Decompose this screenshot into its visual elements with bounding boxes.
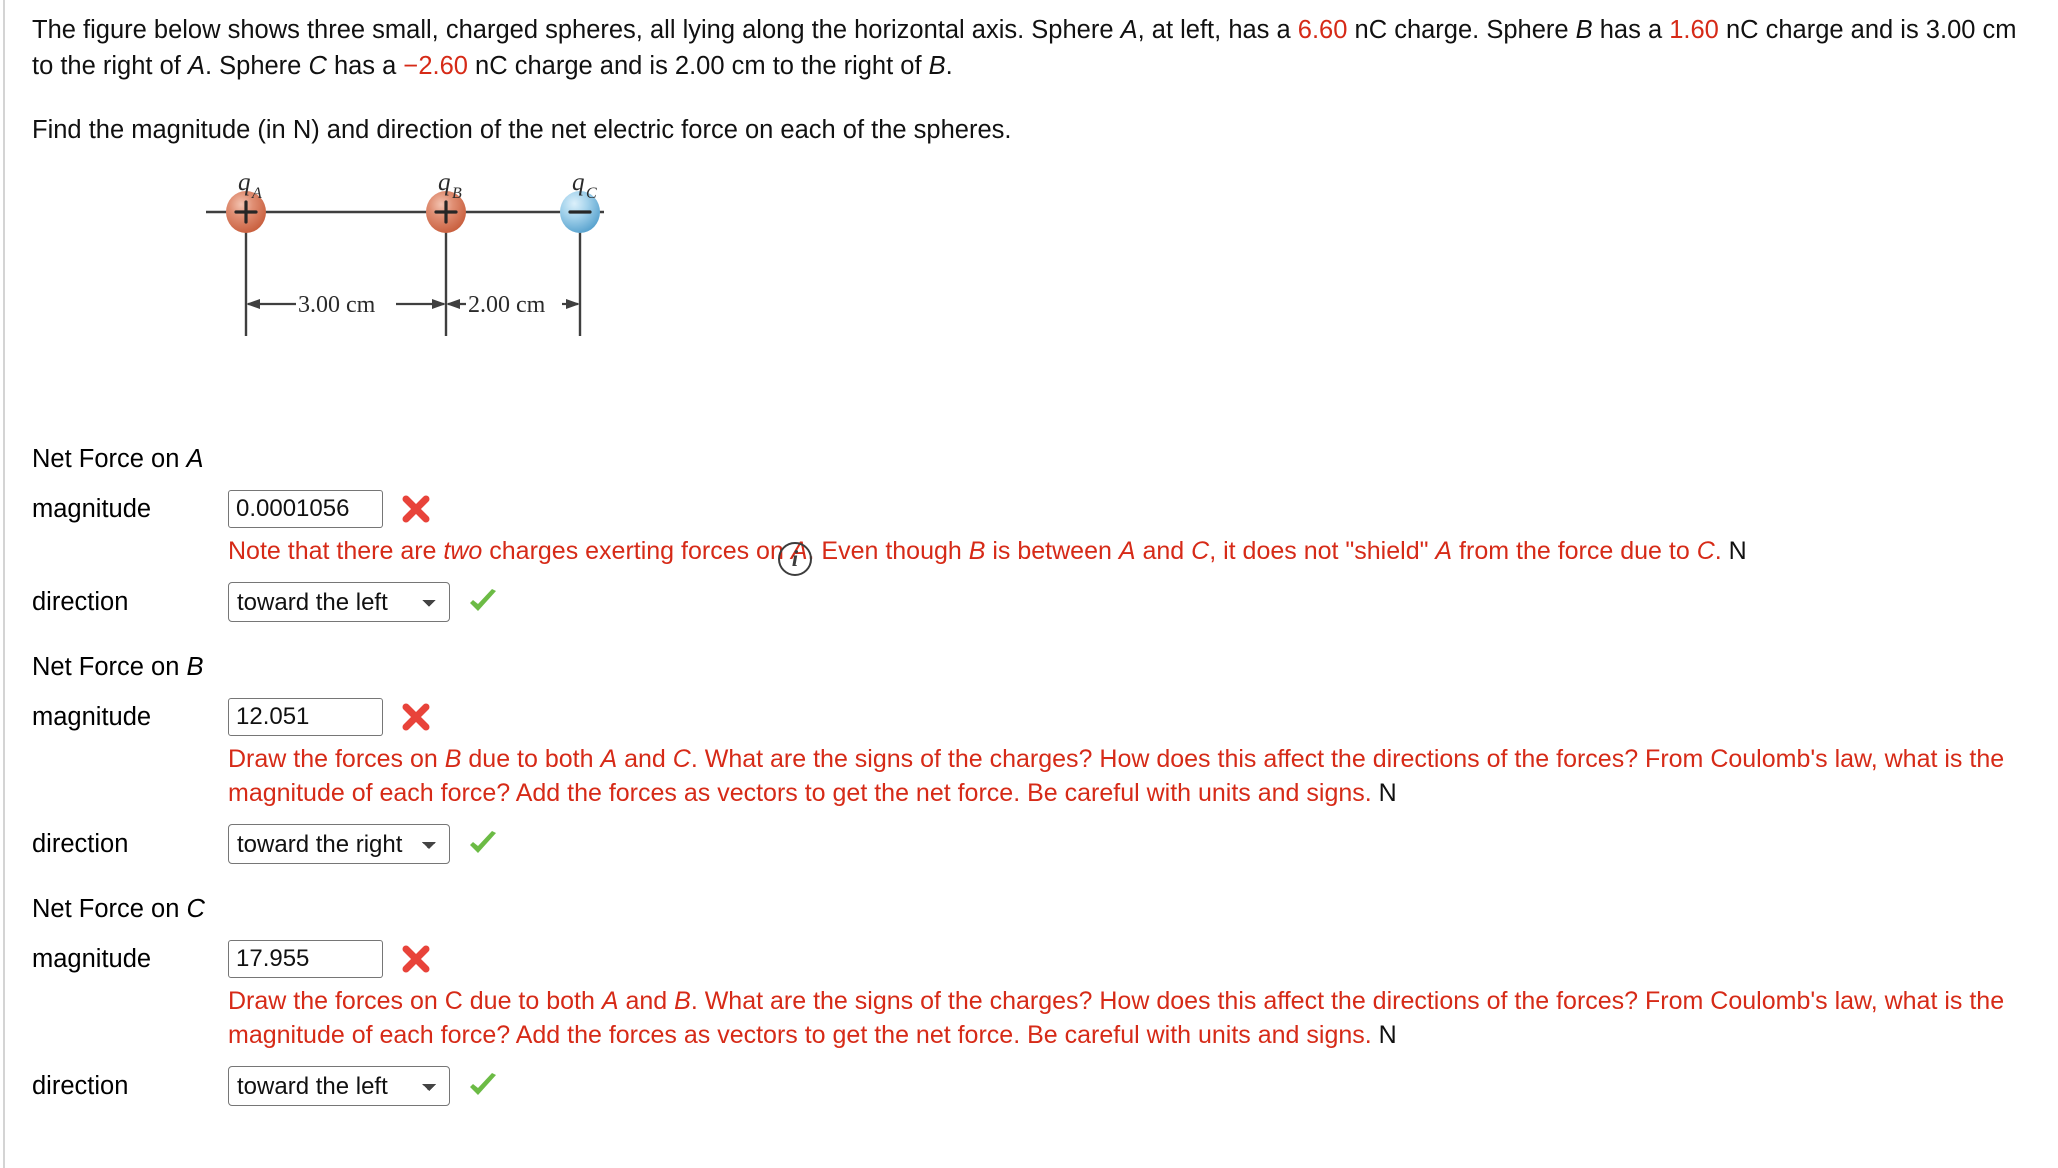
label-qa: q	[238, 170, 251, 196]
direction-row-c: direction toward the lefttoward the right	[32, 1066, 2036, 1106]
label-qa-sub: A	[251, 185, 262, 202]
direction-select-c[interactable]: toward the lefttoward the right	[228, 1066, 450, 1106]
problem-question-text: Find the magnitude (in N) and direction …	[32, 116, 1012, 144]
feedback-text-c: Draw the forces on C due to both A and B…	[228, 987, 2005, 1049]
magnitude-input-c[interactable]	[228, 940, 383, 978]
section-title-prefix: Net Force on	[32, 895, 187, 923]
incorrect-cross-icon	[399, 492, 433, 526]
direction-select-a[interactable]: toward the lefttoward the right	[228, 582, 450, 622]
correct-check-icon	[466, 1069, 500, 1103]
label-qb-sub: B	[452, 185, 462, 202]
magnitude-row-c: magnitude	[32, 940, 2036, 978]
net-force-section-c: Net Force on CmagnitudeDraw the forces o…	[0, 892, 2058, 1106]
info-icon[interactable]: i	[778, 542, 812, 576]
direction-label-c: direction	[32, 1072, 129, 1100]
direction-row-a: direction toward the lefttoward the right	[32, 582, 2036, 622]
answer-sections: Net Force on AmagnitudeNote that there a…	[0, 442, 2058, 1106]
label-qb: q	[438, 170, 451, 196]
section-title-prefix: Net Force on	[32, 653, 187, 681]
feedback-text-b: Draw the forces on B due to both A and C…	[228, 745, 2005, 807]
label-qc-sub: C	[586, 185, 597, 202]
section-title-c: Net Force on C	[32, 892, 2036, 926]
direction-label-b: direction	[32, 830, 129, 858]
section-title-b: Net Force on B	[32, 650, 2036, 684]
magnitude-label-c: magnitude	[32, 945, 152, 973]
magnitude-input-b[interactable]	[228, 698, 383, 736]
correct-check-icon	[466, 827, 500, 861]
dimension-bc-label: 2.00 cm	[468, 292, 546, 318]
incorrect-cross-icon	[399, 942, 433, 976]
dimension-ab-label: 3.00 cm	[298, 292, 376, 318]
problem-intro-text: The figure below shows three small, char…	[32, 16, 2017, 80]
section-title-prefix: Net Force on	[32, 445, 187, 473]
direction-row-b: direction toward the lefttoward the right	[32, 824, 2036, 864]
magnitude-row-b: magnitude	[32, 698, 2036, 736]
correct-check-icon	[466, 585, 500, 619]
magnitude-input-a[interactable]	[228, 490, 383, 528]
section-title-symbol: A	[186, 445, 204, 473]
incorrect-cross-icon	[399, 700, 433, 734]
three-charges-diagram: q A q B q C 3.00 cm 2.00 cm	[206, 170, 604, 336]
figure-container: q A q B q C 3.00 cm 2.00 cm i	[0, 170, 2058, 576]
label-qc: q	[572, 170, 585, 196]
magnitude-label-b: magnitude	[32, 703, 152, 731]
net-force-section-a: Net Force on AmagnitudeNote that there a…	[0, 442, 2058, 622]
section-title-symbol: B	[186, 653, 204, 681]
feedback-text-a: Note that there are two charges exerting…	[228, 537, 1747, 565]
section-title-a: Net Force on A	[32, 442, 2036, 476]
section-title-symbol: C	[186, 895, 205, 923]
direction-label-a: direction	[32, 588, 129, 616]
problem-page: The figure below shows three small, char…	[0, 0, 2058, 1106]
magnitude-label-a: magnitude	[32, 495, 152, 523]
net-force-section-b: Net Force on BmagnitudeDraw the forces o…	[0, 650, 2058, 864]
direction-select-b[interactable]: toward the lefttoward the right	[228, 824, 450, 864]
magnitude-row-a: magnitude	[32, 490, 2036, 528]
